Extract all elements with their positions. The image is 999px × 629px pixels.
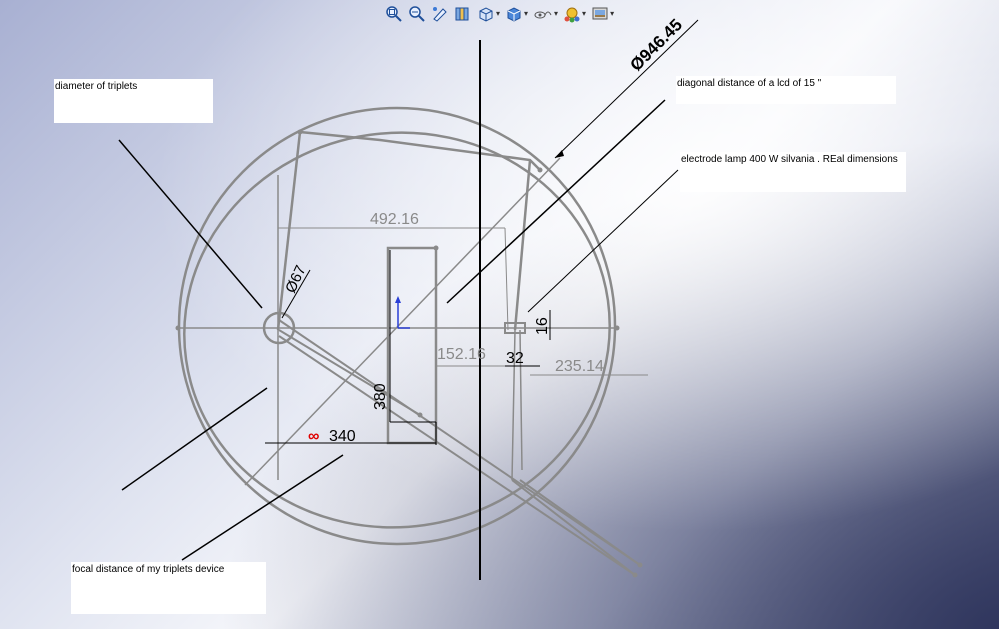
view-orientation-icon [479,7,493,22]
note-triplets-diameter[interactable]: diameter of triplets [54,79,213,123]
zoom-to-fit-button[interactable] [384,4,404,24]
sketch-point[interactable] [175,325,181,331]
previous-view-button[interactable] [430,4,450,24]
dim-32-label[interactable]: 32 [506,350,524,367]
dim-492-ext[interactable] [504,227,509,331]
note-focal-leader-b[interactable] [181,454,344,561]
note-lcd-diagonal[interactable]: diagonal distance of a lcd of 15 " [676,76,896,104]
sketch-point[interactable] [614,325,620,331]
apply-scene-icon [592,7,608,20]
sketch-point[interactable] [417,412,423,418]
ray-3[interactable] [519,479,641,566]
dim-492-label[interactable]: 492.16 [370,211,419,228]
sketch-point[interactable] [632,572,638,578]
section-view-icon [455,7,469,21]
inner-ellipse[interactable] [159,105,636,554]
hide-show-items-button[interactable]: ▾ [532,4,559,24]
zoom-to-area-icon [409,6,425,22]
dim-340-label[interactable]: 340 [329,428,356,445]
chevron-down-icon: ▾ [496,9,501,18]
dim-380-label[interactable]: 380 [372,383,389,410]
top-polyline[interactable] [299,130,541,171]
ray-5[interactable] [278,329,421,416]
origin-y-arrow [395,296,401,303]
chevron-down-icon: ▾ [610,9,615,18]
zoom-to-fit-icon [386,6,402,22]
dim-235-label[interactable]: 235.14 [555,358,604,375]
section-view-button[interactable] [453,4,473,24]
hide-show-items-icon [534,11,552,19]
edit-appearance-icon [564,7,580,23]
view-orientation-button[interactable]: ▾ [476,4,501,24]
chevron-down-icon: ▾ [524,9,529,18]
sketch-point[interactable] [537,167,543,173]
dim-16-label[interactable]: 16 [534,317,551,335]
dim-946-label[interactable]: Ø946.45 [626,15,686,75]
display-style-button[interactable]: ▾ [504,4,529,24]
right-edge-line[interactable] [513,159,532,331]
dim-67-label[interactable]: Ø67 [282,263,309,296]
heads-up-view-toolbar: ▾ ▾ ▾ ▾ ▾ [384,3,615,25]
apply-scene-button[interactable]: ▾ [590,4,615,24]
note-electrode-lamp[interactable]: electrode lamp 400 W silvania . REal dim… [680,152,906,192]
chevron-down-icon: ▾ [554,9,559,18]
edit-appearance-button[interactable]: ▾ [562,4,587,24]
sketch-point[interactable] [637,562,643,568]
dim-340-infinity: ∞ [308,428,319,445]
sketch-point[interactable] [433,245,439,251]
zoom-to-area-button[interactable] [407,4,427,24]
ray-4[interactable] [511,479,636,576]
dim-152-label[interactable]: 152.16 [437,346,486,363]
previous-view-icon [433,7,447,22]
display-style-icon [507,7,521,22]
sketch-point[interactable] [297,129,303,135]
chevron-down-icon: ▾ [582,9,587,18]
note-focal-distance[interactable]: focal distance of my triplets device [71,562,266,614]
